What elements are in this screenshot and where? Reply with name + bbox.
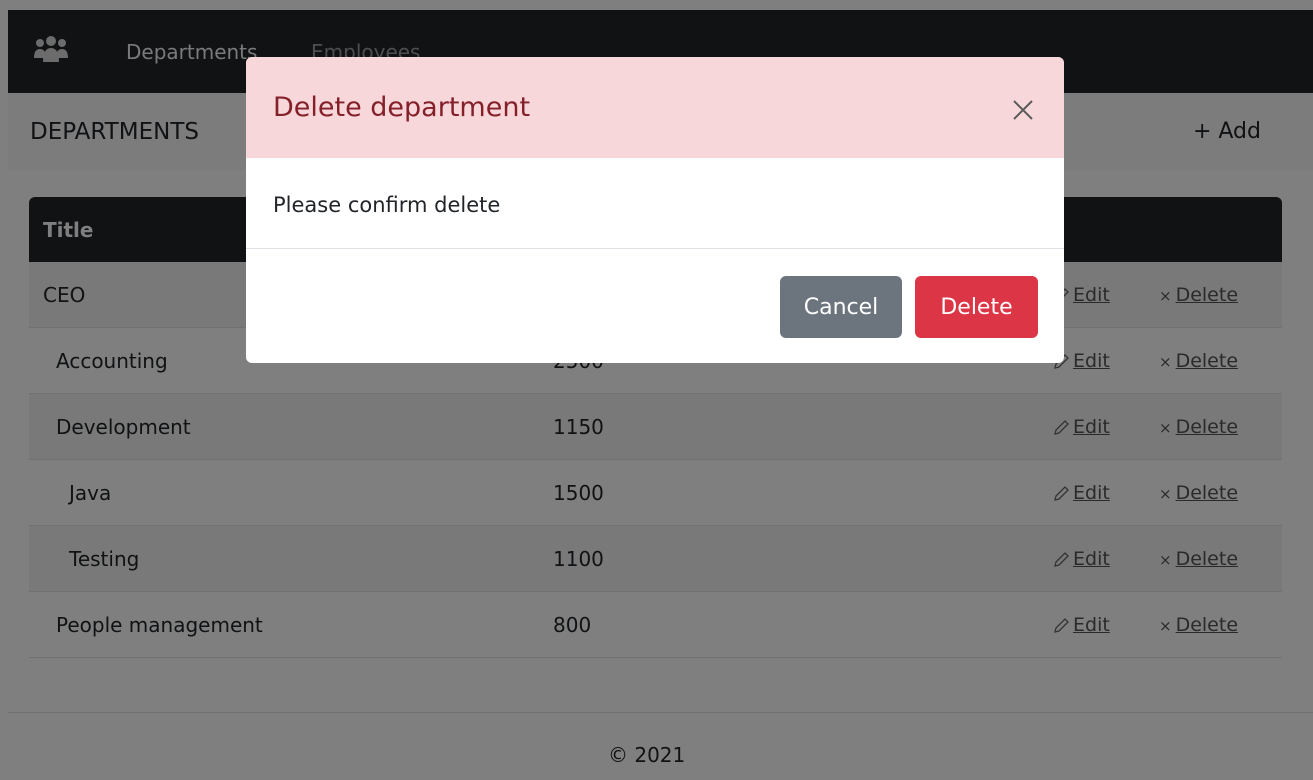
- modal-footer-divider: [246, 248, 1064, 249]
- modal-header: Delete department: [246, 57, 1064, 158]
- modal-title: Delete department: [273, 92, 531, 123]
- delete-department-modal: Delete department Please confirm delete …: [246, 57, 1064, 363]
- modal-message: Please confirm delete: [273, 193, 501, 217]
- cancel-button[interactable]: Cancel: [780, 276, 902, 338]
- close-icon[interactable]: [1008, 95, 1038, 125]
- confirm-delete-button[interactable]: Delete: [915, 276, 1038, 338]
